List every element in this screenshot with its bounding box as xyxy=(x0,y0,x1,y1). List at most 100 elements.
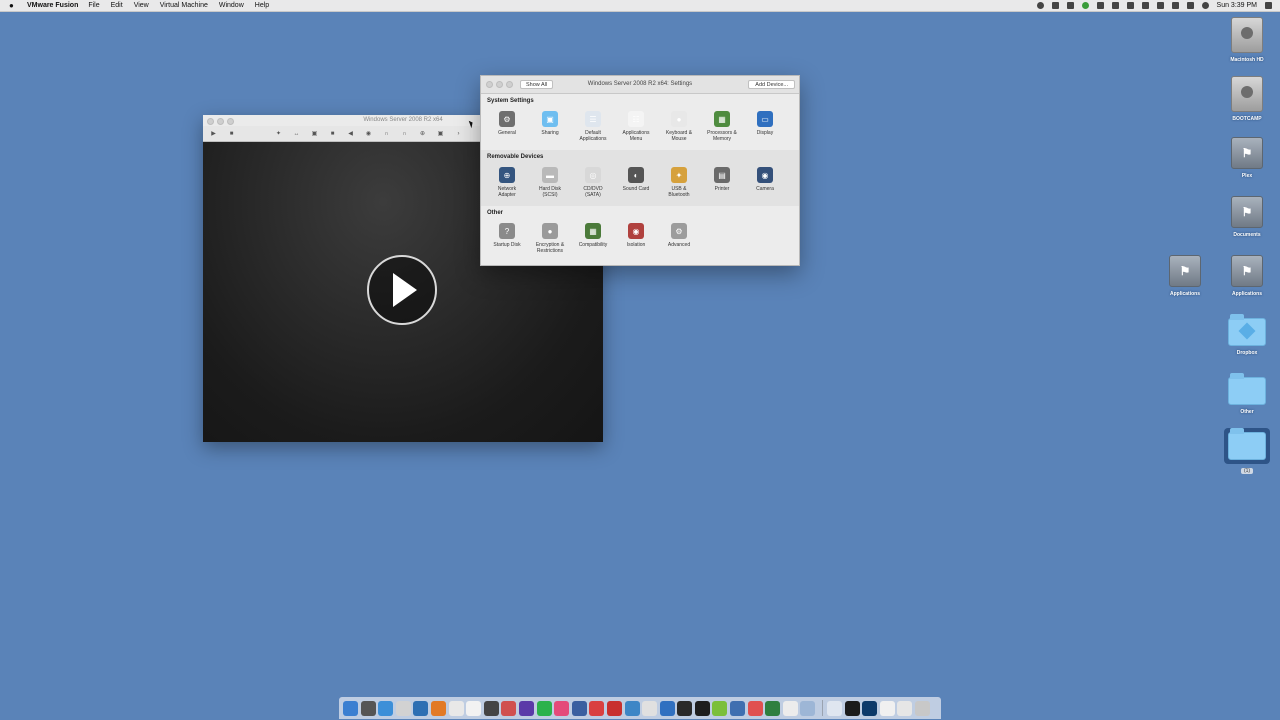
settings-pane-startup-disk[interactable]: ? Startup Disk xyxy=(487,223,527,248)
dock-app-icon[interactable] xyxy=(536,700,552,716)
settings-pane-printer[interactable]: ▤ Printer xyxy=(702,167,742,192)
play-toolbar-icon[interactable]: ▶ xyxy=(209,130,218,138)
dock-app-icon[interactable] xyxy=(879,700,895,716)
dock-app-icon[interactable] xyxy=(730,700,746,716)
dock-app-icon[interactable] xyxy=(518,700,534,716)
dock-app-icon[interactable] xyxy=(413,700,429,716)
headphones-toolbar-icon[interactable]: ∩ xyxy=(382,130,391,138)
settings-pane-compatibility[interactable]: ▦ Compatibility xyxy=(573,223,613,248)
dock-app-icon[interactable] xyxy=(862,700,878,716)
minimize-button[interactable] xyxy=(217,118,224,125)
dock-app-icon[interactable] xyxy=(897,700,913,716)
desktop-icon-applications-left[interactable]: ⚑ Applications xyxy=(1163,255,1207,297)
settings-pane-sharing-folder[interactable]: ▣ Sharing xyxy=(530,111,570,136)
settings-wrench-icon[interactable]: ✦ xyxy=(274,130,283,138)
zoom-button[interactable] xyxy=(227,118,234,125)
status-bluetooth-icon[interactable] xyxy=(1171,2,1179,9)
settings-pane-usb-bluetooth[interactable]: ✦ USB & Bluetooth xyxy=(659,167,699,198)
play-button-icon[interactable] xyxy=(367,255,437,325)
settings-pane-isolation[interactable]: ◉ Isolation xyxy=(616,223,656,248)
dock-app-icon[interactable] xyxy=(343,700,358,716)
trash-icon[interactable] xyxy=(915,700,930,716)
status-menu-icon[interactable] xyxy=(1141,2,1149,9)
display-toolbar-icon[interactable]: ▣ xyxy=(436,130,445,138)
desktop-icon-other[interactable]: Other xyxy=(1225,373,1269,415)
more-chevron-icon[interactable]: › xyxy=(454,130,463,138)
settings-pane-display[interactable]: ▭ Display xyxy=(745,111,785,136)
hard-disk-toolbar-icon[interactable]: ▣ xyxy=(310,130,319,138)
dock-app-icon[interactable] xyxy=(827,700,843,716)
dock-app-icon[interactable] xyxy=(659,700,675,716)
usb-toolbar-icon[interactable]: ⊕ xyxy=(418,130,427,138)
status-app-icon[interactable] xyxy=(1051,2,1059,9)
settings-pane-processor[interactable]: ▦ Processors & Memory xyxy=(702,111,742,142)
apple-menu-icon[interactable]: ● xyxy=(9,1,19,10)
menu-edit[interactable]: Edit xyxy=(111,2,123,9)
dock-app-icon[interactable] xyxy=(844,700,860,716)
dock-app-icon[interactable] xyxy=(466,700,482,716)
dock-app-icon[interactable] xyxy=(747,700,763,716)
status-time-machine-icon[interactable] xyxy=(1186,2,1194,9)
dock-app-icon[interactable] xyxy=(712,700,728,716)
dock-app-icon[interactable] xyxy=(606,700,622,716)
status-record-icon[interactable] xyxy=(1036,2,1044,9)
dock-app-icon[interactable] xyxy=(800,700,816,716)
dock-app-icon[interactable] xyxy=(378,700,394,716)
dock-app-icon[interactable] xyxy=(483,700,499,716)
desktop-icon-plex[interactable]: ⚑ Plex xyxy=(1225,137,1269,179)
camera-toolbar-icon[interactable]: ◉ xyxy=(364,130,373,138)
settings-pane-keyboard-mouse[interactable]: ● Keyboard & Mouse xyxy=(659,111,699,142)
dock-app-icon[interactable] xyxy=(360,700,376,716)
sound-toolbar-icon[interactable]: ◀ xyxy=(346,130,355,138)
status-dropbox-icon[interactable] xyxy=(1096,2,1104,9)
menu-view[interactable]: View xyxy=(134,2,149,9)
settings-pane-sound-card[interactable]: ◐ Sound Card xyxy=(616,167,656,192)
desktop-icon-documents[interactable]: ⚑ Documents xyxy=(1225,196,1269,238)
settings-pane-network-adapter[interactable]: ⊕ Network Adapter xyxy=(487,167,527,198)
menu-help[interactable]: Help xyxy=(255,2,269,9)
dock-app-icon[interactable] xyxy=(642,700,658,716)
settings-pane-default-applications[interactable]: ☰ Default Applications xyxy=(573,111,613,142)
settings-pane-cd-dvd[interactable]: ◎ CD/DVD (SATA) xyxy=(573,167,613,198)
dock-app-icon[interactable] xyxy=(677,700,693,716)
dock-app-icon[interactable] xyxy=(395,700,411,716)
dock-app-icon[interactable] xyxy=(624,700,640,716)
settings-pane-camera[interactable]: ◉ Camera xyxy=(745,167,785,192)
settings-pane-applications-menu[interactable]: ☷ Applications Menu xyxy=(616,111,656,142)
dock-app-icon[interactable] xyxy=(554,700,570,716)
status-display-icon[interactable] xyxy=(1126,2,1134,9)
settings-pane-hard-disk[interactable]: ▬ Hard Disk (SCSI) xyxy=(530,167,570,198)
status-wifi-icon[interactable] xyxy=(1201,2,1209,9)
add-device-button[interactable]: Add Device... xyxy=(748,80,795,89)
status-volume-icon[interactable] xyxy=(1156,2,1164,9)
menu-window[interactable]: Window xyxy=(219,2,244,9)
menu-file[interactable]: File xyxy=(88,2,99,9)
settings-titlebar[interactable]: Windows Server 2008 R2 x64: Settings Sho… xyxy=(481,76,799,94)
lock-toolbar-icon[interactable]: ■ xyxy=(328,130,337,138)
desktop-icon-selected-folder[interactable]: (1) xyxy=(1224,428,1270,474)
desktop-icon-macintosh-hd[interactable]: Macintosh HD xyxy=(1225,17,1269,63)
notification-center-icon[interactable] xyxy=(1265,2,1272,9)
snapshot-icon[interactable]: ■ xyxy=(227,130,236,138)
dock-app-icon[interactable] xyxy=(765,700,781,716)
status-eject-icon[interactable] xyxy=(1111,2,1119,9)
dock-app-icon[interactable] xyxy=(501,700,517,716)
settings-pane-encryption-lock[interactable]: ● Encryption & Restrictions xyxy=(530,223,570,254)
dock-app-icon[interactable] xyxy=(589,700,605,716)
dock-app-icon[interactable] xyxy=(448,700,464,716)
desktop-icon-dropbox[interactable]: Dropbox xyxy=(1225,314,1269,356)
settings-pane-general[interactable]: ⚙ General xyxy=(487,111,527,136)
status-sync-icon[interactable] xyxy=(1066,2,1074,9)
close-button[interactable] xyxy=(207,118,214,125)
menu-virtual-machine[interactable]: Virtual Machine xyxy=(160,2,208,9)
menu-clock[interactable]: Sun 3:39 PM xyxy=(1217,2,1257,9)
desktop-icon-bootcamp[interactable]: BOOTCAMP xyxy=(1225,76,1269,122)
settings-pane-advanced-gear[interactable]: ⚙ Advanced xyxy=(659,223,699,248)
dock-app-icon[interactable] xyxy=(782,700,798,716)
dock-app-icon[interactable] xyxy=(694,700,710,716)
headset-toolbar-icon[interactable]: ∩ xyxy=(400,130,409,138)
dock-app-icon[interactable] xyxy=(430,700,446,716)
desktop-icon-applications-right[interactable]: ⚑ Applications xyxy=(1225,255,1269,297)
show-all-button[interactable]: Show All xyxy=(520,80,554,89)
menu-app-name[interactable]: VMware Fusion xyxy=(27,2,78,9)
